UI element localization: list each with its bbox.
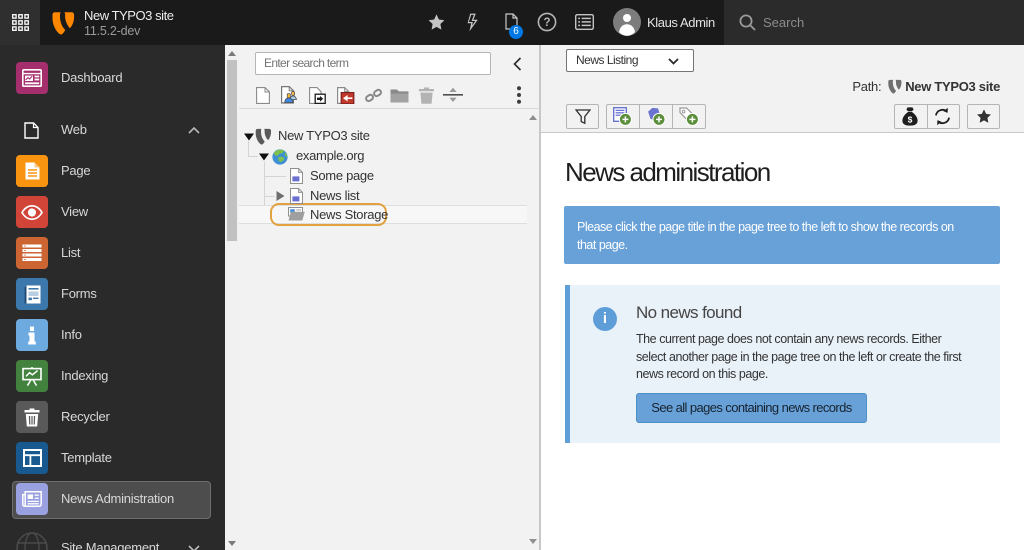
svg-text:$: $	[908, 114, 913, 124]
svg-text:?: ?	[543, 17, 550, 29]
